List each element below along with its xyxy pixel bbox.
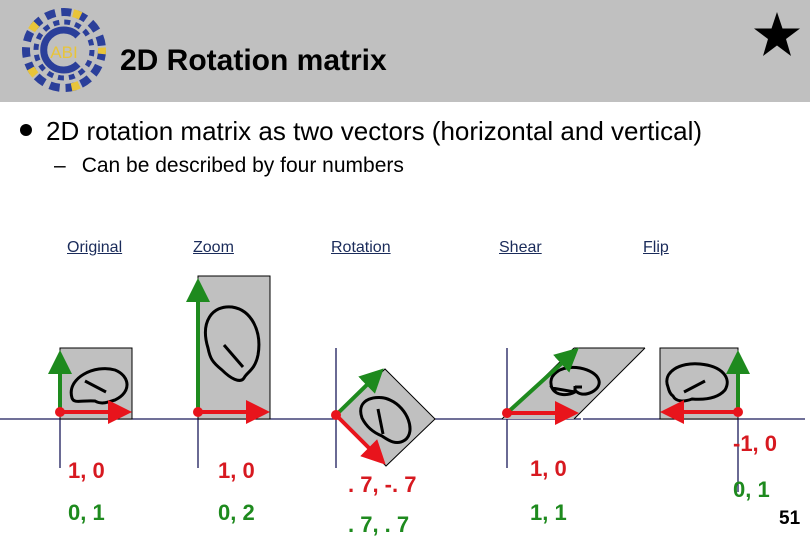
shear-horizontal-value: 1, 0 — [530, 456, 567, 481]
origin-dot — [193, 407, 203, 417]
rotation-horizontal-value: . 7, -. 7 — [348, 472, 417, 497]
origin-dot — [331, 410, 341, 420]
shear-vertical-value: 1, 1 — [530, 500, 567, 525]
rotation-vertical-value: . 7, . 7 — [348, 512, 410, 537]
zoom-horizontal-value: 1, 0 — [218, 458, 255, 483]
diagram-flip — [659, 347, 750, 424]
original-horizontal-value: 1, 0 — [68, 458, 105, 483]
origin-dot — [55, 407, 65, 417]
diagram-original — [48, 347, 133, 424]
diagram-shear — [501, 347, 646, 425]
origin-dot — [502, 408, 512, 418]
diagram-rotation — [331, 368, 436, 467]
flip-horizontal-value: -1, 0 — [733, 431, 778, 456]
diagram-zoom — [186, 275, 271, 424]
original-vertical-value: 0, 1 — [68, 500, 105, 525]
transform-diagrams — [0, 275, 805, 492]
zoom-vertical-value: 0, 2 — [218, 500, 255, 525]
page-number: 51 — [779, 508, 801, 529]
origin-dot — [733, 407, 743, 417]
flip-vertical-value: 0, 1 — [733, 477, 770, 502]
